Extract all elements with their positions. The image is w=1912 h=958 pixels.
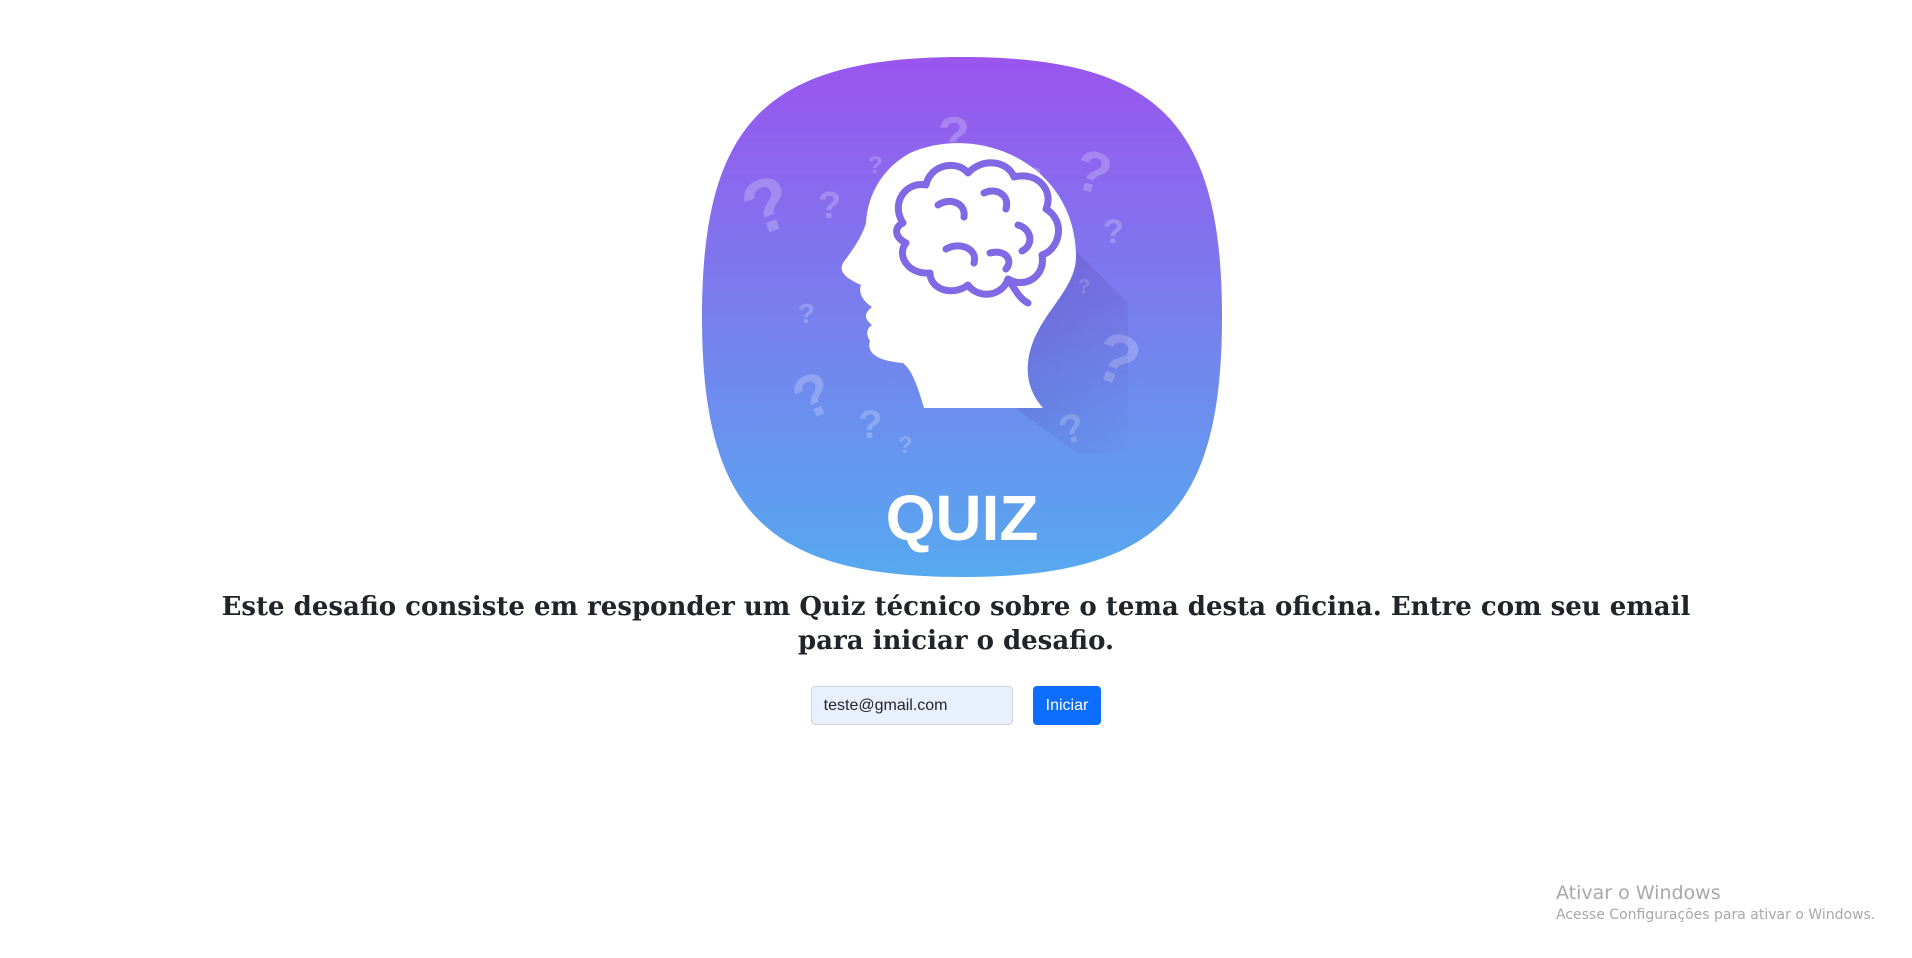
svg-text:?: ?: [868, 152, 883, 179]
logo-text: QUIZ: [886, 482, 1039, 554]
svg-text:?: ?: [798, 298, 815, 329]
email-form: Iniciar: [0, 686, 1912, 725]
activation-subtitle: Acesse Configurações para ativar o Windo…: [1556, 907, 1876, 923]
email-field[interactable]: [810, 686, 1013, 725]
svg-text:?: ?: [858, 403, 882, 447]
svg-text:?: ?: [898, 432, 913, 459]
start-button[interactable]: Iniciar: [1032, 686, 1102, 725]
svg-text:?: ?: [818, 185, 841, 227]
quiz-start-page: ? ? ? ? ? ? ? ? ? ? ? ? ? ? ?: [0, 0, 1912, 958]
svg-text:?: ?: [1103, 213, 1124, 251]
windows-activation-watermark: Ativar o Windows Acesse Configurações pa…: [1556, 880, 1875, 924]
quiz-logo: ? ? ? ? ? ? ? ? ? ? ? ? ? ? ?: [698, 53, 1226, 581]
activation-title: Ativar o Windows: [1556, 882, 1721, 904]
intro-text: Este desafio consiste em responder um Qu…: [221, 592, 1691, 656]
